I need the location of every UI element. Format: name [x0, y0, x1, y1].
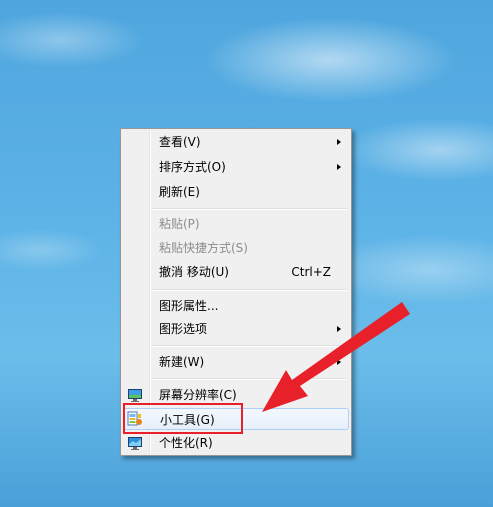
menu-separator [151, 378, 347, 380]
menu-item-graphics-properties[interactable]: 图形属性... [123, 295, 349, 317]
menu-separator [151, 289, 347, 291]
menu-item-label: 撤消 移动(U) [159, 265, 229, 279]
menu-item-view[interactable]: 查看(V) [123, 131, 349, 153]
menu-item-refresh[interactable]: 刷新(E) [123, 181, 349, 203]
menu-item-label: 新建(W) [159, 355, 205, 369]
submenu-arrow-icon [337, 164, 341, 170]
menu-item-shortcut: Ctrl+Z [291, 265, 331, 279]
menu-item-label: 图形属性... [159, 299, 219, 313]
personalize-icon [128, 437, 142, 450]
menu-item-label: 个性化(R) [159, 436, 213, 450]
annotation-highlight-box [123, 403, 243, 434]
menu-item-graphics-options[interactable]: 图形选项 [123, 318, 349, 340]
display-icon [128, 389, 142, 402]
submenu-arrow-icon [337, 326, 341, 332]
menu-item-undo-move[interactable]: 撤消 移动(U) Ctrl+Z [123, 261, 349, 283]
menu-separator [151, 208, 347, 210]
menu-item-label: 粘贴(P) [159, 217, 200, 231]
menu-separator [151, 345, 347, 347]
menu-item-label: 查看(V) [159, 135, 201, 149]
menu-item-label: 排序方式(O) [159, 160, 226, 174]
submenu-arrow-icon [337, 359, 341, 365]
menu-item-paste: 粘贴(P) [123, 213, 349, 235]
submenu-arrow-icon [337, 139, 341, 145]
menu-item-paste-shortcut: 粘贴快捷方式(S) [123, 237, 349, 259]
menu-item-label: 刷新(E) [159, 185, 200, 199]
menu-item-label: 粘贴快捷方式(S) [159, 241, 248, 255]
menu-item-personalize[interactable]: 个性化(R) [123, 432, 349, 454]
menu-item-sort-by[interactable]: 排序方式(O) [123, 156, 349, 178]
menu-item-label: 图形选项 [159, 322, 208, 336]
menu-item-new[interactable]: 新建(W) [123, 351, 349, 373]
